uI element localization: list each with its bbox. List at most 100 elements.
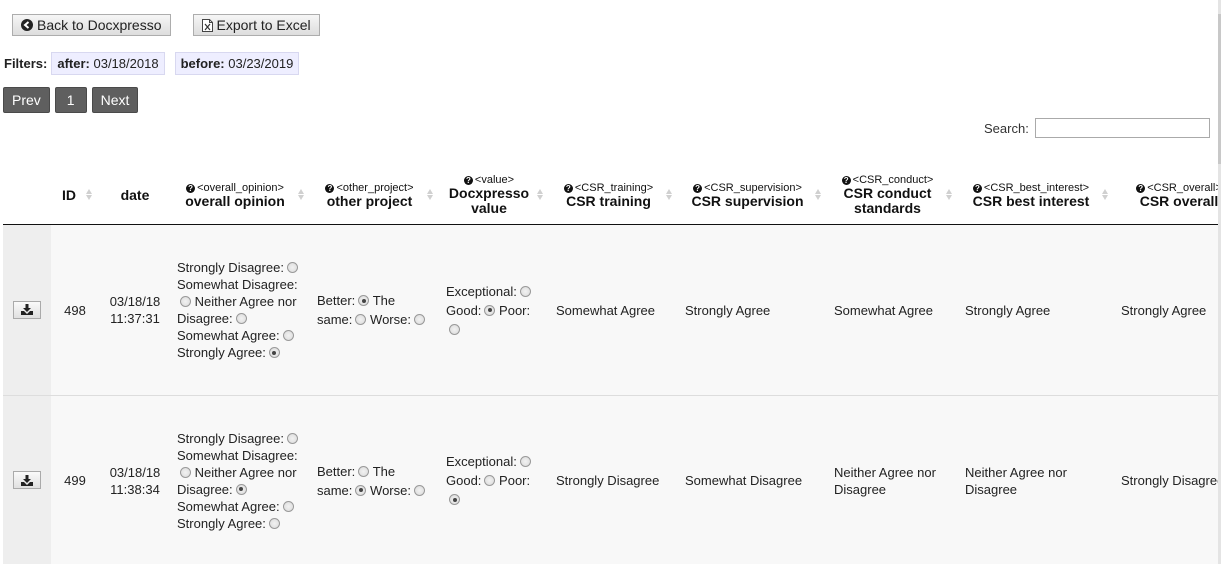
header-label: CSR best interest: [972, 192, 1090, 209]
header-csr-best-interest[interactable]: ? <CSR_best_interest> CSR best interest: [959, 166, 1115, 225]
header-label: Docxpresso value: [448, 185, 530, 216]
radio-button[interactable]: [484, 304, 496, 316]
header-id[interactable]: ID: [51, 166, 99, 225]
header-csr-conduct[interactable]: ? <CSR_conduct> CSR conduct standards: [828, 166, 959, 225]
radio-button[interactable]: [268, 517, 280, 529]
search-area: Search:: [984, 118, 1210, 138]
download-icon: [21, 474, 33, 486]
overall-opinion-cell: Strongly Disagree: Somewhat Disagree: Ne…: [171, 396, 311, 564]
radio-button[interactable]: [358, 295, 370, 306]
sort-icon: [298, 189, 305, 200]
pagination: Prev 1 Next: [3, 87, 139, 113]
download-button[interactable]: [13, 471, 41, 490]
back-to-docxpresso-button[interactable]: Back to Docxpresso: [12, 14, 171, 36]
overall-opinion-option: Neither Agree nor Disagree:: [177, 465, 297, 497]
table-row: 499 03/18/18 11:38:34 Strongly Disagree: …: [3, 395, 1218, 564]
sort-icon: [666, 189, 673, 200]
export-to-excel-button[interactable]: Export to Excel: [192, 14, 320, 36]
question-circle-icon[interactable]: ?: [972, 183, 982, 193]
filter-chip-after[interactable]: after: 03/18/2018: [51, 52, 165, 75]
time-line: 11:37:31: [110, 311, 160, 326]
radio-button[interactable]: [355, 484, 367, 496]
csr-overall-cell: Strongly Disagree: [1121, 473, 1218, 488]
radio-button[interactable]: [235, 483, 247, 495]
overall-opinion-option: Strongly Agree:: [177, 345, 280, 360]
question-circle-icon[interactable]: ?: [693, 183, 703, 193]
sort-icon: [946, 189, 953, 200]
question-circle-icon[interactable]: ?: [1136, 183, 1146, 193]
option-label: Better:: [317, 463, 356, 479]
header-label: other project: [326, 192, 413, 209]
filters-bar: Filters: after: 03/18/2018 before: 03/23…: [4, 52, 309, 75]
header-csr-supervision[interactable]: ? <CSR_supervision> CSR supervision: [679, 166, 828, 225]
option-label: Strongly Agree:: [177, 345, 266, 360]
id-cell: 498: [64, 302, 86, 318]
question-circle-icon[interactable]: ?: [463, 176, 473, 185]
header-other-project[interactable]: ? <other_project> other project: [311, 166, 440, 225]
time-line: 11:38:34: [110, 481, 160, 497]
header-download: [3, 166, 51, 225]
docxpresso-value-cell: Exceptional: Good: Poor:: [440, 396, 550, 564]
option-label: Worse:: [370, 482, 411, 498]
table-row: 498 03/18/18 11:37:31 Strongly Disagree: …: [3, 224, 1218, 396]
radio-button[interactable]: [449, 323, 460, 335]
header-docxpresso-value[interactable]: ? <value> Docxpresso value: [440, 166, 550, 225]
header-date-label: date: [120, 186, 150, 203]
radio-button[interactable]: [358, 465, 370, 477]
download-cell: [3, 224, 51, 396]
download-button[interactable]: [13, 300, 41, 319]
header-overall-opinion[interactable]: ? <overall_opinion> overall opinion: [171, 166, 311, 225]
filter-before-value: 03/23/2019: [228, 56, 294, 71]
radio-button[interactable]: [286, 432, 298, 444]
other-project-option: Better:: [317, 293, 370, 308]
overall-opinion-option: Strongly Agree:: [177, 516, 280, 531]
header-csr-training[interactable]: ? <CSR_training> CSR training: [550, 166, 679, 225]
question-circle-icon[interactable]: ?: [325, 183, 335, 193]
other-project-option: Worse:: [370, 483, 425, 498]
docxpresso-value-option: Exceptional:: [446, 454, 531, 469]
radio-button[interactable]: [282, 330, 294, 341]
header-csr-overall[interactable]: ? <CSR_overall> CSR overall: [1115, 166, 1218, 225]
radio-button[interactable]: [286, 262, 298, 273]
csr-training-cell: Somewhat Agree: [556, 302, 656, 318]
sort-icon: [86, 189, 93, 200]
filter-before-key: before:: [180, 56, 225, 71]
option-label: Poor:: [499, 302, 531, 318]
date-cell: 03/18/18 11:38:34: [99, 396, 171, 564]
next-page-button[interactable]: Next: [91, 87, 139, 113]
question-circle-icon[interactable]: ?: [186, 183, 196, 193]
radio-button[interactable]: [413, 484, 425, 496]
header-label: overall opinion: [185, 192, 285, 209]
question-circle-icon[interactable]: ?: [563, 183, 573, 193]
radio-button[interactable]: [449, 494, 460, 505]
search-label: Search:: [984, 120, 1029, 136]
radio-button[interactable]: [355, 314, 367, 325]
option-label: Somewhat Agree:: [177, 328, 280, 343]
radio-button[interactable]: [519, 285, 531, 297]
data-table: ID date ? <overall_opinion> overall opini…: [3, 166, 1218, 564]
filter-after-key: after:: [57, 56, 90, 71]
page-1-button[interactable]: 1: [54, 87, 87, 113]
overall-opinion-option: Neither Agree nor Disagree:: [177, 294, 297, 326]
radio-button[interactable]: [180, 466, 191, 478]
radio-button[interactable]: [282, 500, 294, 512]
radio-button[interactable]: [519, 456, 531, 467]
option-label: Good:: [446, 302, 482, 318]
data-table-container: ID date ? <overall_opinion> overall opini…: [3, 166, 1218, 564]
option-label: Exceptional:: [446, 283, 517, 299]
radio-button[interactable]: [413, 314, 425, 325]
radio-button[interactable]: [180, 296, 191, 307]
csr-best-interest-cell: Strongly Agree: [965, 302, 1051, 318]
option-label: Poor:: [499, 473, 531, 488]
filter-chip-before[interactable]: before: 03/23/2019: [174, 52, 300, 75]
search-input[interactable]: [1034, 118, 1210, 138]
question-circle-icon[interactable]: ?: [841, 176, 851, 185]
overall-opinion-option: Strongly Disagree:: [177, 260, 298, 275]
radio-button[interactable]: [268, 347, 280, 358]
csr-overall-cell: Strongly Agree: [1121, 302, 1207, 318]
option-label: Better:: [317, 293, 356, 308]
csr-supervision-cell: Somewhat Disagree: [685, 473, 803, 488]
prev-page-button[interactable]: Prev: [3, 87, 50, 113]
radio-button[interactable]: [235, 313, 247, 324]
radio-button[interactable]: [484, 475, 496, 486]
